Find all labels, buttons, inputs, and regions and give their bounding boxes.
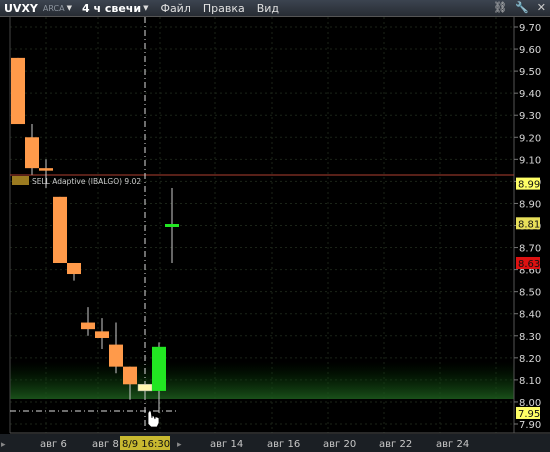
period-dropdown-icon[interactable]: ▼ xyxy=(143,4,148,12)
order-line-tag-box[interactable] xyxy=(12,176,29,185)
price-tick-label: 8.10 xyxy=(519,376,541,387)
time-tick-label: авг 22 xyxy=(379,439,412,450)
cursor-time-label: 8/9 16:30 xyxy=(122,439,170,450)
price-tick-label: 8.30 xyxy=(519,332,541,343)
candle-body xyxy=(53,196,67,263)
symbol-label[interactable]: UVXY xyxy=(4,2,38,15)
price-tag-label: 8.63 xyxy=(518,259,540,270)
candle-body xyxy=(39,168,53,171)
price-tick-label: 9.50 xyxy=(519,67,541,78)
candle-body xyxy=(11,57,25,125)
time-tick-label: авг 16 xyxy=(267,439,300,450)
price-tick-label: 9.60 xyxy=(519,45,541,56)
price-tick-label: 8.40 xyxy=(519,310,541,321)
price-tick-label: 7.90 xyxy=(519,420,541,431)
menu-file[interactable]: Файл xyxy=(160,2,190,15)
candle-body xyxy=(95,331,109,338)
price-tick-label: 8.90 xyxy=(519,199,541,210)
price-tick-label: 8.70 xyxy=(519,244,541,255)
time-tick-label: авг 14 xyxy=(210,439,243,450)
candle-body xyxy=(109,344,123,367)
price-tick-label: 8.50 xyxy=(519,288,541,299)
toolbar-icons: ⛓ 🔧 ✕ xyxy=(493,1,546,14)
time-tick-label: авг 20 xyxy=(323,439,356,450)
candle-body xyxy=(81,322,95,330)
price-tick-label: 9.20 xyxy=(519,133,541,144)
period-selector[interactable]: 4 ч свечи xyxy=(82,2,141,15)
price-tick-label: 9.30 xyxy=(519,111,541,122)
price-tick-label: 9.70 xyxy=(519,23,541,34)
price-chart[interactable]: SELL Adaptive (IBALGO) 9.02 9.70 9.60 9.50… xyxy=(0,17,550,452)
candle-body xyxy=(67,262,81,275)
wrench-icon[interactable]: 🔧 xyxy=(515,1,529,14)
candle-body xyxy=(165,224,179,227)
price-tag-label: 8.81 xyxy=(518,219,540,230)
candle-body xyxy=(25,137,39,169)
order-line-label[interactable]: SELL Adaptive (IBALGO) 9.02 xyxy=(32,177,141,186)
price-tick-label: 8.20 xyxy=(519,354,541,365)
chart-toolbar: UVXY ARCA ▼ 4 ч свечи ▼ Файл Правка Вид … xyxy=(0,0,550,17)
close-icon[interactable]: ✕ xyxy=(537,1,546,14)
time-tick-label: авг 6 xyxy=(40,439,67,450)
time-tick-label: авг 8 xyxy=(92,439,119,450)
candle-body xyxy=(152,346,166,391)
price-tag-label: 7.95 xyxy=(518,409,540,420)
candle-body xyxy=(137,384,153,392)
price-tick-label: 9.40 xyxy=(519,89,541,100)
scroll-left-icon[interactable]: ▸ xyxy=(1,440,6,450)
candle-body xyxy=(123,366,137,385)
symbol-dropdown-icon[interactable]: ▼ xyxy=(67,4,72,12)
scroll-arrow-icon[interactable]: ▸ xyxy=(177,440,182,450)
price-tag-label: 8.99 xyxy=(518,180,540,191)
price-tick-label: 9.10 xyxy=(519,155,541,166)
time-tick-label: авг 24 xyxy=(436,439,469,450)
buy-zone-highlight xyxy=(10,362,514,399)
menu-edit[interactable]: Правка xyxy=(203,2,245,15)
link-chain-icon[interactable]: ⛓ xyxy=(493,1,507,14)
exchange-label: ARCA xyxy=(42,3,65,13)
menu-view[interactable]: Вид xyxy=(257,2,279,15)
